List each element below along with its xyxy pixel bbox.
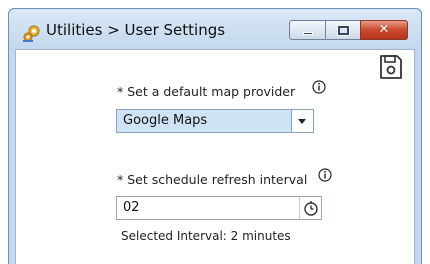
refresh-interval-label: * Set schedule refresh interval bbox=[117, 172, 308, 187]
time-picker-button[interactable] bbox=[299, 197, 321, 219]
maximize-button[interactable] bbox=[325, 20, 361, 40]
window-title: Utilities > User Settings bbox=[46, 21, 226, 39]
selected-interval-text: Selected Interval: 2 minutes bbox=[121, 229, 291, 243]
map-provider-value: Google Maps bbox=[123, 113, 208, 128]
info-icon[interactable] bbox=[318, 168, 332, 182]
refresh-interval-value: 02 bbox=[123, 200, 140, 215]
info-icon[interactable] bbox=[312, 80, 326, 94]
close-icon: ✕ bbox=[378, 22, 390, 37]
refresh-interval-input[interactable]: 02 bbox=[116, 196, 322, 220]
title-bar[interactable]: Utilities > User Settings ✕ bbox=[9, 9, 421, 49]
map-provider-label: * Set a default map provider bbox=[117, 84, 296, 99]
maximize-icon bbox=[337, 25, 350, 36]
clock-icon bbox=[304, 201, 318, 216]
settings-window: Utilities > User Settings ✕ bbox=[8, 8, 422, 264]
close-button[interactable]: ✕ bbox=[360, 20, 408, 40]
map-provider-select[interactable]: Google Maps bbox=[116, 109, 314, 133]
minimize-button[interactable] bbox=[289, 20, 326, 40]
chevron-down-icon bbox=[298, 119, 306, 124]
settings-gear-icon bbox=[23, 25, 40, 42]
dropdown-button[interactable] bbox=[291, 110, 313, 132]
save-icon[interactable] bbox=[379, 54, 403, 80]
minimize-icon bbox=[303, 32, 313, 35]
